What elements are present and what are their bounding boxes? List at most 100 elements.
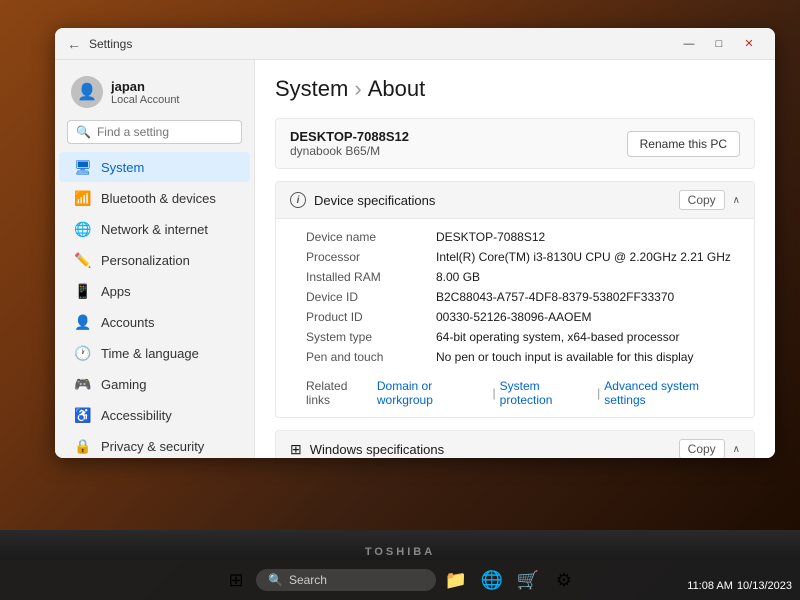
spec-value-device-id: B2C88043-A757-4DF8-8379-53802FF33370 xyxy=(436,290,740,304)
table-row: Pen and touch No pen or touch input is a… xyxy=(306,347,740,367)
search-box[interactable]: 🔍 xyxy=(67,120,242,144)
device-specs-header: i Device specifications Copy ∧ xyxy=(276,182,754,219)
domain-workgroup-link[interactable]: Domain or workgroup xyxy=(377,379,489,407)
spec-label-device-id: Device ID xyxy=(306,290,436,304)
network-icon: 🌐 xyxy=(75,221,91,237)
collapse-windows-specs-button[interactable]: ∧ xyxy=(733,444,740,455)
system-icon: 🖥 xyxy=(75,159,91,175)
advanced-system-settings-link[interactable]: Advanced system settings xyxy=(604,379,740,407)
link-separator-1: | xyxy=(493,386,496,400)
sidebar-item-accessibility[interactable]: ♿ Accessibility xyxy=(59,400,250,430)
spec-label-system-type: System type xyxy=(306,330,436,344)
title-bar: ← Settings — □ ✕ xyxy=(55,28,775,60)
bluetooth-icon: 📶 xyxy=(75,190,91,206)
device-specs-table: Device name DESKTOP-7088S12 Processor In… xyxy=(276,219,754,371)
page-parent: System xyxy=(275,76,348,102)
sidebar-item-bluetooth[interactable]: 📶 Bluetooth & devices xyxy=(59,183,250,213)
taskbar-store-icon[interactable]: 🛒 xyxy=(512,564,544,596)
window-title: Settings xyxy=(89,37,132,51)
device-name-block: DESKTOP-7088S12 dynabook B65/M xyxy=(290,129,409,158)
taskbar-settings-icon[interactable]: ⚙ xyxy=(548,564,580,596)
sidebar-item-bluetooth-label: Bluetooth & devices xyxy=(101,191,216,206)
device-specs-section: i Device specifications Copy ∧ Device na… xyxy=(275,181,755,418)
sidebar-item-gaming-label: Gaming xyxy=(101,377,147,392)
spec-value-processor: Intel(R) Core(TM) i3-8130U CPU @ 2.20GHz… xyxy=(436,250,740,264)
user-account-type: Local Account xyxy=(111,94,180,106)
spec-label-processor: Processor xyxy=(306,250,436,264)
sidebar-item-system[interactable]: 🖥 System xyxy=(59,152,250,182)
gaming-icon: 🎮 xyxy=(75,376,91,392)
spec-value-system-type: 64-bit operating system, x64-based proce… xyxy=(436,330,740,344)
close-button[interactable]: ✕ xyxy=(735,30,763,58)
user-info: japan Local Account xyxy=(111,79,180,106)
sidebar-item-privacy-label: Privacy & security xyxy=(101,439,204,454)
tray-time: 11:08 AM xyxy=(687,580,733,592)
laptop-brand: TOSHIBA xyxy=(365,546,435,558)
taskbar: ⊞ 🔍 Search 📁 🌐 🛒 ⚙ 11:08 AM 10/13/2023 xyxy=(0,560,800,600)
accessibility-icon: ♿ xyxy=(75,407,91,423)
windows-specs-title-text: Windows specifications xyxy=(310,442,444,457)
sidebar-item-network-label: Network & internet xyxy=(101,222,208,237)
device-info-header: DESKTOP-7088S12 dynabook B65/M Rename th… xyxy=(275,118,755,169)
system-protection-link[interactable]: System protection xyxy=(500,379,594,407)
device-specs-title: i Device specifications xyxy=(290,192,435,208)
table-row: Installed RAM 8.00 GB xyxy=(306,267,740,287)
rename-pc-button[interactable]: Rename this PC xyxy=(627,131,740,157)
windows-specs-section: ⊞ Windows specifications Copy ∧ Edition … xyxy=(275,430,755,458)
user-name: japan xyxy=(111,79,180,94)
sidebar-item-apps-label: Apps xyxy=(101,284,131,299)
search-input[interactable] xyxy=(97,125,233,139)
windows-logo-icon: ⊞ xyxy=(290,441,302,458)
sidebar-item-gaming[interactable]: 🎮 Gaming xyxy=(59,369,250,399)
avatar: 👤 xyxy=(71,76,103,108)
copy-windows-specs-button[interactable]: Copy xyxy=(679,439,725,458)
spec-label-ram: Installed RAM xyxy=(306,270,436,284)
personalization-icon: ✏️ xyxy=(75,252,91,268)
collapse-device-specs-button[interactable]: ∧ xyxy=(733,195,740,206)
search-icon: 🔍 xyxy=(76,125,91,139)
sidebar-item-personalization-label: Personalization xyxy=(101,253,190,268)
spec-value-pen-touch: No pen or touch input is available for t… xyxy=(436,350,740,364)
taskbar-search-label: Search xyxy=(289,573,327,587)
spec-label-pen-touch: Pen and touch xyxy=(306,350,436,364)
windows-specs-title: ⊞ Windows specifications xyxy=(290,441,444,458)
info-icon: i xyxy=(290,192,306,208)
breadcrumb-separator: › xyxy=(354,76,361,102)
sidebar: 👤 japan Local Account 🔍 🖥 System 📶 Bluet… xyxy=(55,60,255,458)
minimize-button[interactable]: — xyxy=(675,30,703,58)
page-header: System › About xyxy=(275,76,755,102)
back-icon[interactable]: ← xyxy=(67,36,81,52)
taskbar-search-box[interactable]: 🔍 Search xyxy=(256,569,436,591)
apps-icon: 📱 xyxy=(75,283,91,299)
device-specs-actions: Copy ∧ xyxy=(679,190,740,210)
accounts-icon: 👤 xyxy=(75,314,91,330)
related-links-label: Related links xyxy=(306,379,373,407)
spec-label-device-name: Device name xyxy=(306,230,436,244)
table-row: Processor Intel(R) Core(TM) i3-8130U CPU… xyxy=(306,247,740,267)
sidebar-item-time[interactable]: 🕐 Time & language xyxy=(59,338,250,368)
system-tray: 11:08 AM 10/13/2023 xyxy=(687,580,792,592)
content-area: 👤 japan Local Account 🔍 🖥 System 📶 Bluet… xyxy=(55,60,775,458)
table-row: Product ID 00330-52126-38096-AAOEM xyxy=(306,307,740,327)
main-content: System › About DESKTOP-7088S12 dynabook … xyxy=(255,60,775,458)
settings-window: ← Settings — □ ✕ 👤 japan Local Account 🔍 xyxy=(55,28,775,458)
maximize-button[interactable]: □ xyxy=(705,30,733,58)
related-links: Related links Domain or workgroup | Syst… xyxy=(276,371,754,417)
sidebar-item-personalization[interactable]: ✏️ Personalization xyxy=(59,245,250,275)
sidebar-item-accounts[interactable]: 👤 Accounts xyxy=(59,307,250,337)
device-specs-title-text: Device specifications xyxy=(314,193,435,208)
taskbar-explorer-icon[interactable]: 📁 xyxy=(440,564,472,596)
sidebar-item-network[interactable]: 🌐 Network & internet xyxy=(59,214,250,244)
taskbar-edge-icon[interactable]: 🌐 xyxy=(476,564,508,596)
device-model: dynabook B65/M xyxy=(290,144,409,158)
time-icon: 🕐 xyxy=(75,345,91,361)
windows-start-button[interactable]: ⊞ xyxy=(220,564,252,596)
sidebar-item-system-label: System xyxy=(101,160,144,175)
sidebar-item-apps[interactable]: 📱 Apps xyxy=(59,276,250,306)
tray-date: 10/13/2023 xyxy=(737,580,792,592)
copy-device-specs-button[interactable]: Copy xyxy=(679,190,725,210)
sidebar-item-time-label: Time & language xyxy=(101,346,199,361)
sidebar-item-privacy[interactable]: 🔒 Privacy & security xyxy=(59,431,250,458)
table-row: System type 64-bit operating system, x64… xyxy=(306,327,740,347)
table-row: Device ID B2C88043-A757-4DF8-8379-53802F… xyxy=(306,287,740,307)
